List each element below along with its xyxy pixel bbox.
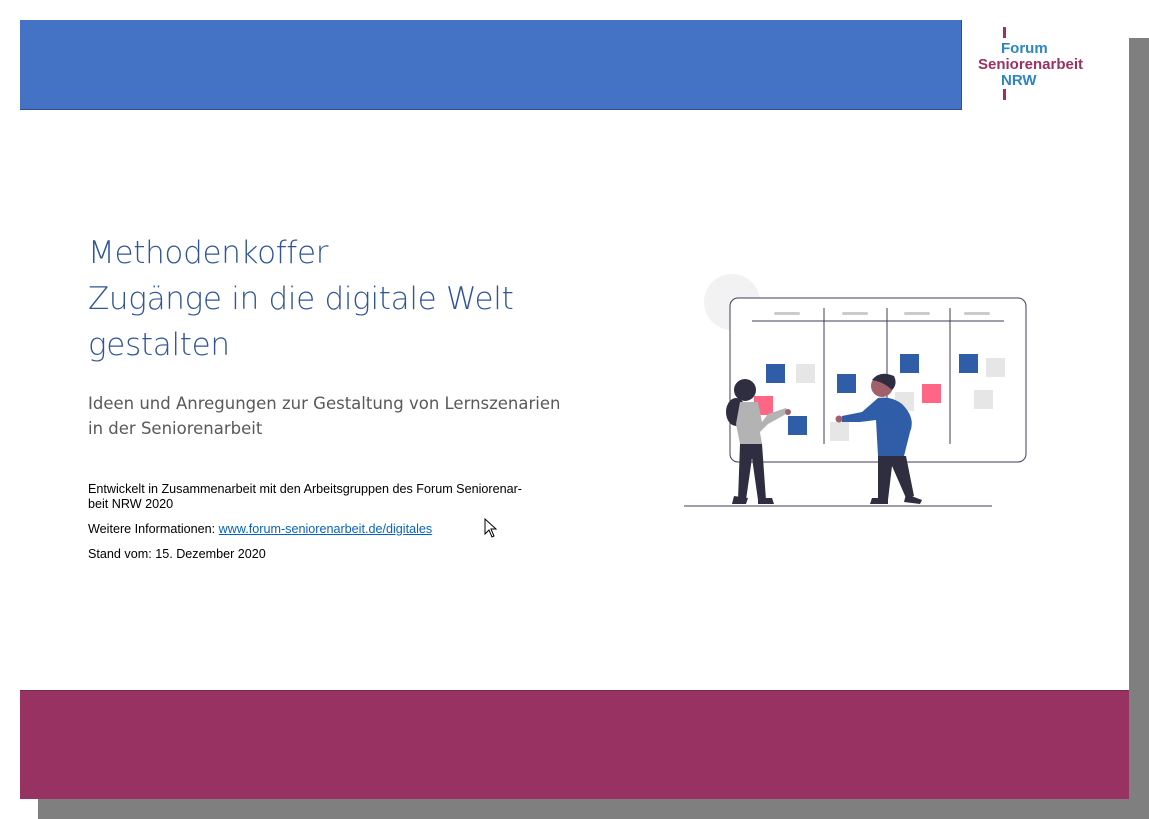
developed-line: Entwickelt in Zusammenarbeit mit den Arb… [88,482,522,496]
footer-band [20,690,1129,799]
sticky-note [830,422,849,441]
sticky-note [974,390,993,409]
header-band [20,20,962,110]
column-heading-placeholder [964,312,990,315]
title-line: gestalten [88,327,230,363]
sticky-note [986,358,1005,377]
sticky-note [959,354,978,373]
sticky-note [837,374,856,393]
forum-logo: Forum Seniorenarbeit NRW [978,27,1128,105]
info-label: Weitere Informationen: [88,522,219,536]
column-heading-placeholder [774,312,800,315]
document-page: Forum Seniorenarbeit NRW Methodenkoffer … [20,20,1129,799]
kanban-board-people-illustration [684,274,1027,507]
logo-line-nrw: NRW [1001,72,1037,89]
sticky-note [900,354,919,373]
title-line: Methodenkoffer [88,235,329,271]
logo-line-seniorenarbeit: Seniorenarbeit [978,56,1084,73]
document-title: Methodenkoffer Zugänge in die digitale W… [88,230,608,368]
logo-line-forum: Forum [1001,40,1048,57]
sticky-note [788,416,807,435]
developed-line: beit NRW 2020 [88,497,174,511]
logo-bar-bottom [1003,89,1006,100]
column-heading-placeholder [842,312,868,315]
sticky-note [796,364,815,383]
subtitle-line: in der Seniorenarbeit [88,419,263,438]
info-link[interactable]: www.forum-seniorenarbeit.de/digitales [219,522,433,536]
logo-bar-top [1003,27,1006,38]
document-subtitle: Ideen und Anregungen zur Gestaltung von … [88,391,588,441]
sticky-note [922,384,941,403]
column-heading-placeholder [904,312,930,315]
title-line: Zugänge in die digitale Welt [88,281,514,317]
mouse-pointer-icon [484,518,498,538]
subtitle-line: Ideen und Anregungen zur Gestaltung von … [88,394,561,413]
date-paragraph: Stand vom: 15. Dezember 2020 [88,547,266,561]
sticky-note [766,364,785,383]
developed-note: Entwickelt in Zusammenarbeit mit den Arb… [88,482,558,512]
